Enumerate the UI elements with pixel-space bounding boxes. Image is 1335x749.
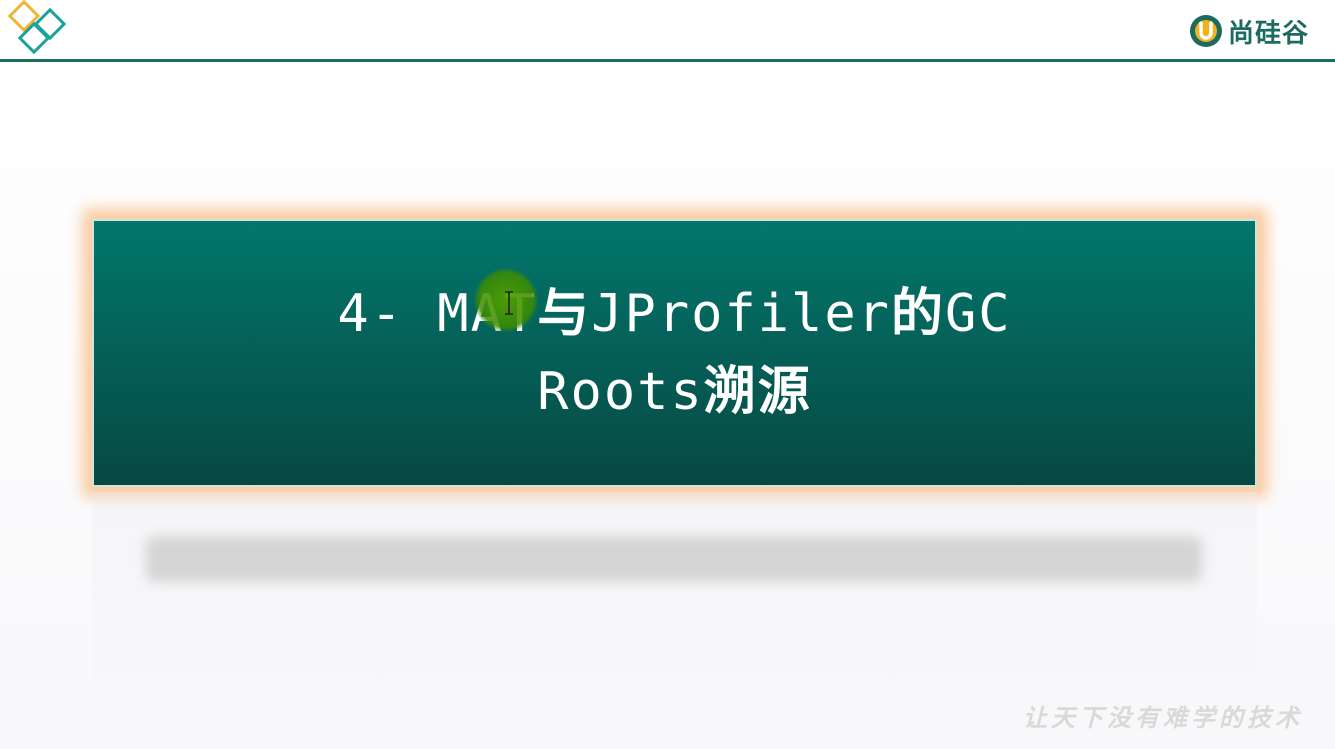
title-roots: Roots bbox=[537, 362, 704, 422]
header-divider bbox=[0, 59, 1335, 62]
title-line-2: Roots溯源 bbox=[537, 353, 812, 431]
brand-logo: 尚硅谷 bbox=[1188, 10, 1309, 52]
slide-canvas: 尚硅谷 4- MAT与JProfiler的GC Roots溯源 让天下没有难学的… bbox=[0, 0, 1335, 749]
diamond-cluster-icon bbox=[7, 0, 67, 55]
title-particle: 的 bbox=[890, 284, 945, 344]
reflection-bar bbox=[146, 536, 1202, 582]
title-line-1: 4- MAT与JProfiler的GC bbox=[337, 275, 1011, 353]
text-cursor-icon bbox=[505, 291, 513, 315]
title-joiner: 与 bbox=[537, 284, 592, 344]
title-gc: GC bbox=[945, 284, 1012, 344]
u-logo-icon bbox=[1189, 15, 1222, 47]
title-product: JProfiler bbox=[591, 284, 891, 344]
title-trace: 溯源 bbox=[703, 362, 812, 422]
slogan: 让天下没有难学的技术 bbox=[1023, 703, 1303, 732]
brand-name: 尚硅谷 bbox=[1227, 18, 1309, 49]
title-box: 4- MAT与JProfiler的GC Roots溯源 bbox=[92, 219, 1257, 487]
